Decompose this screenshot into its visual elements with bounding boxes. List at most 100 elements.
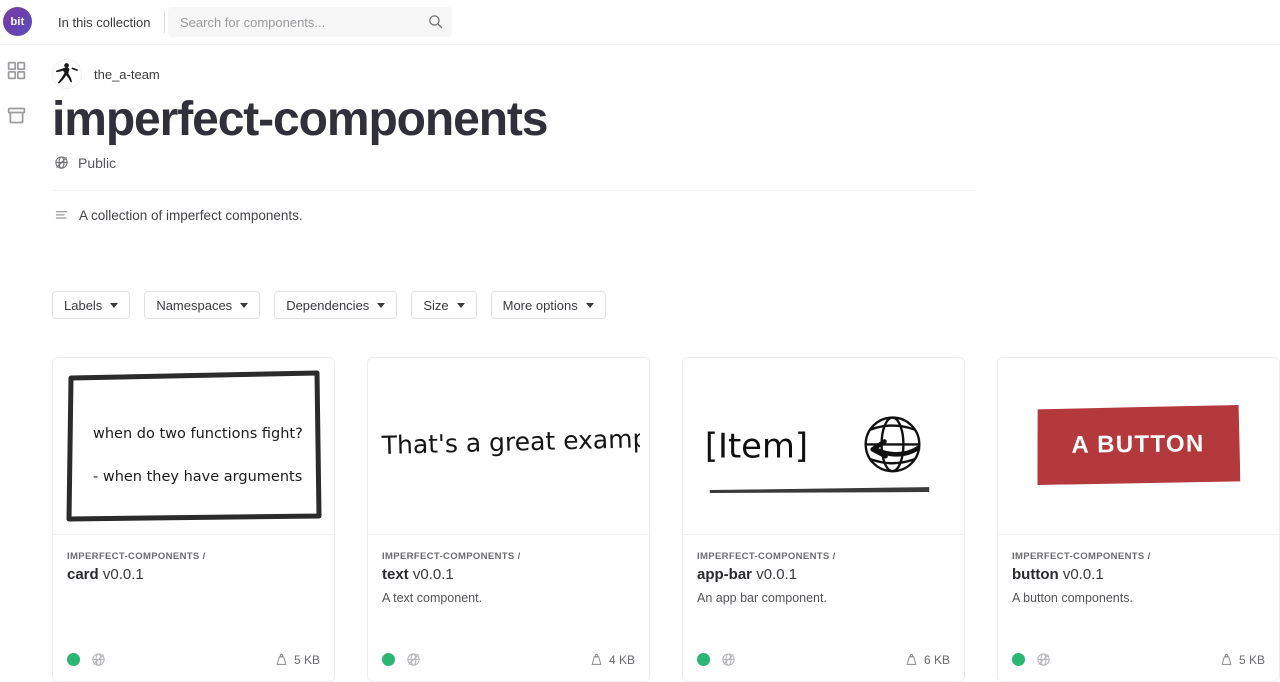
weight-icon bbox=[905, 653, 918, 666]
breadcrumb: IMPERFECT-COMPONENTS / bbox=[1012, 551, 1265, 562]
sidebar-item-archive[interactable] bbox=[6, 105, 27, 126]
card-sketch-preview: when do two functions fight? - when they… bbox=[65, 370, 323, 522]
filter-dependencies-text: Dependencies bbox=[286, 298, 369, 313]
component-card[interactable]: [Item] IMPERFECT-COMPONENTS / app-bar v0… bbox=[682, 357, 965, 682]
component-title: button v0.0.1 bbox=[1012, 566, 1265, 583]
component-size: 5 KB bbox=[275, 653, 320, 667]
component-title: card v0.0.1 bbox=[67, 566, 320, 583]
filter-more-options[interactable]: More options bbox=[491, 291, 606, 319]
appbar-preview-label: [Item] bbox=[705, 426, 808, 465]
component-grid: when do two functions fight? - when they… bbox=[52, 357, 1280, 682]
description-lines-icon bbox=[54, 208, 69, 223]
component-info: IMPERFECT-COMPONENTS / button v0.0.1 A b… bbox=[998, 535, 1279, 681]
bit-logo[interactable]: bit bbox=[3, 7, 32, 36]
weight-icon bbox=[590, 653, 603, 666]
globe-icon bbox=[1036, 652, 1051, 667]
card-preview-line-1: when do two functions fight? bbox=[93, 426, 303, 442]
sidebar-item-components[interactable] bbox=[6, 60, 27, 81]
globe-icon bbox=[721, 652, 736, 667]
component-name: text bbox=[382, 566, 409, 583]
search-icon[interactable] bbox=[427, 13, 444, 30]
component-preview: A BUTTON bbox=[998, 358, 1279, 534]
chevron-down-icon bbox=[377, 303, 385, 308]
component-title: app-bar v0.0.1 bbox=[697, 566, 950, 583]
box-icon bbox=[6, 113, 27, 130]
component-size-text: 6 KB bbox=[924, 653, 950, 667]
component-info: IMPERFECT-COMPONENTS / card v0.0.1 bbox=[53, 535, 334, 681]
component-size: 5 KB bbox=[1220, 653, 1265, 667]
description-text: A collection of imperfect components. bbox=[79, 208, 303, 223]
component-name: card bbox=[67, 566, 99, 583]
search-bar[interactable]: In this collection bbox=[168, 7, 452, 37]
chevron-down-icon bbox=[586, 303, 594, 308]
filter-namespaces[interactable]: Namespaces bbox=[144, 291, 260, 319]
component-preview: That's a great example bbox=[368, 358, 649, 534]
left-rail bbox=[0, 45, 33, 682]
visibility-row: Public bbox=[54, 155, 976, 171]
filter-more-options-text: More options bbox=[503, 298, 578, 313]
component-info: IMPERFECT-COMPONENTS / app-bar v0.0.1 An… bbox=[683, 535, 964, 681]
component-description: A text component. bbox=[382, 591, 635, 605]
component-size-text: 5 KB bbox=[1239, 653, 1265, 667]
filter-namespaces-text: Namespaces bbox=[156, 298, 232, 313]
component-card[interactable]: when do two functions fight? - when they… bbox=[52, 357, 335, 682]
breadcrumb: IMPERFECT-COMPONENTS / bbox=[697, 551, 950, 562]
globe-icon bbox=[91, 652, 106, 667]
org-row: the_a-team bbox=[52, 58, 976, 90]
filter-labels-text: Labels bbox=[64, 298, 102, 313]
chevron-down-icon bbox=[240, 303, 248, 308]
button-preview-label: A BUTTON bbox=[1071, 430, 1204, 459]
appbar-sketch-preview: [Item] bbox=[683, 358, 964, 533]
collection-description: A collection of imperfect components. bbox=[54, 208, 303, 223]
button-sketch-preview: A BUTTON bbox=[1036, 405, 1241, 485]
org-name[interactable]: the_a-team bbox=[94, 67, 160, 82]
search-scope-divider bbox=[164, 11, 165, 33]
component-name: button bbox=[1012, 566, 1059, 583]
header-divider bbox=[52, 190, 976, 191]
globe-icon bbox=[54, 155, 69, 170]
breadcrumb: IMPERFECT-COMPONENTS / bbox=[67, 551, 320, 562]
component-footer: 5 KB bbox=[1012, 652, 1265, 667]
text-preview-line-1: That's a great example bbox=[380, 423, 640, 460]
globe-icon bbox=[406, 652, 421, 667]
chevron-down-icon bbox=[457, 303, 465, 308]
component-version: v0.0.1 bbox=[756, 566, 797, 583]
component-title: text v0.0.1 bbox=[382, 566, 635, 583]
page-title: imperfect-components bbox=[52, 92, 976, 148]
top-bar: bit In this collection bbox=[0, 0, 1280, 45]
component-preview: [Item] bbox=[683, 358, 964, 534]
component-version: v0.0.1 bbox=[413, 566, 454, 583]
filter-size[interactable]: Size bbox=[411, 291, 476, 319]
component-version: v0.0.1 bbox=[103, 566, 144, 583]
component-card[interactable]: A BUTTON IMPERFECT-COMPONENTS / button v… bbox=[997, 357, 1280, 682]
component-size: 4 KB bbox=[590, 653, 635, 667]
filter-labels[interactable]: Labels bbox=[52, 291, 130, 319]
component-size-text: 4 KB bbox=[609, 653, 635, 667]
component-size-text: 5 KB bbox=[294, 653, 320, 667]
search-input[interactable] bbox=[168, 8, 418, 36]
component-info: IMPERFECT-COMPONENTS / text v0.0.1 A tex… bbox=[368, 535, 649, 681]
component-status bbox=[382, 652, 421, 667]
card-preview-line-2: - when they have arguments bbox=[93, 469, 302, 485]
component-description: A button components. bbox=[1012, 591, 1265, 605]
search-scope-label[interactable]: In this collection bbox=[58, 7, 151, 37]
chevron-down-icon bbox=[110, 303, 118, 308]
component-footer: 4 KB bbox=[382, 652, 635, 667]
component-version: v0.0.1 bbox=[1063, 566, 1104, 583]
text-sketch-preview: That's a great example bbox=[368, 358, 649, 534]
component-card[interactable]: That's a great example IMPERFECT-COMPONE… bbox=[367, 357, 650, 682]
component-preview: when do two functions fight? - when they… bbox=[53, 358, 334, 534]
collection-header: the_a-team imperfect-components Public bbox=[52, 58, 976, 171]
breadcrumb: IMPERFECT-COMPONENTS / bbox=[382, 551, 635, 562]
status-badge bbox=[382, 653, 395, 666]
person-silhouette-icon bbox=[53, 60, 81, 88]
avatar[interactable] bbox=[52, 59, 82, 89]
filter-dependencies[interactable]: Dependencies bbox=[274, 291, 397, 319]
component-name: app-bar bbox=[697, 566, 752, 583]
component-status bbox=[1012, 652, 1051, 667]
status-badge bbox=[697, 653, 710, 666]
component-description: An app bar component. bbox=[697, 591, 950, 605]
globe-arrow-icon bbox=[866, 418, 920, 472]
grid-icon bbox=[6, 68, 27, 85]
component-status bbox=[697, 652, 736, 667]
